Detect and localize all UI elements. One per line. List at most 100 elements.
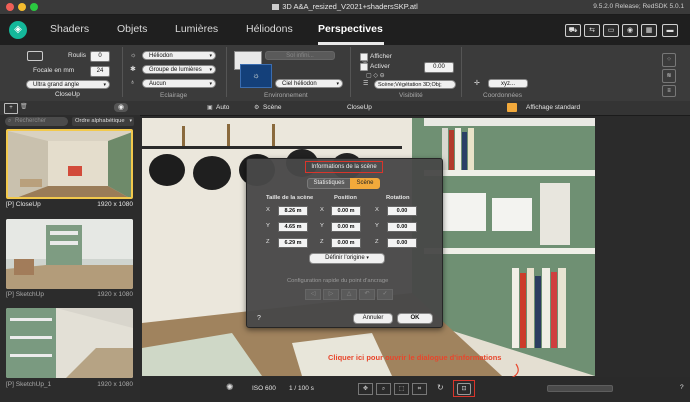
viewport-header: + 🗑 ◉ ▣ Auto ⚙ Scène CloseUp Affichage s… <box>0 101 690 116</box>
rotation-column-header: Rotation <box>386 195 410 201</box>
axes-icon: ✛ <box>474 80 480 87</box>
divider <box>461 47 462 97</box>
camera-resolution: 1920 x 1080 <box>97 381 133 388</box>
rotation-y-field[interactable]: 0.00 <box>387 222 417 232</box>
position-column-header: Position <box>334 195 357 201</box>
rotation-z-field[interactable]: 0.00 <box>387 238 417 248</box>
perspective-toolbar: Roulis 0 Focale en mm 24 Ultra grand ang… <box>0 45 690 102</box>
auto-label[interactable]: Auto <box>216 104 229 111</box>
reset-icon[interactable]: ↻ <box>437 383 444 392</box>
display-icon[interactable]: ▬ <box>662 24 678 37</box>
size-z-field[interactable]: 6.29 m <box>278 238 308 248</box>
rotation-x-field[interactable]: 0.00 <box>387 206 417 216</box>
size-x-field[interactable]: 8.26 m <box>278 206 308 216</box>
light-none-select[interactable]: Aucun ▾ <box>142 79 216 88</box>
axis-x-label: X <box>375 207 379 213</box>
xyz-button[interactable]: xyz... <box>488 79 528 88</box>
tab-scene[interactable]: Scène <box>350 178 380 189</box>
move-icon[interactable]: ✥ <box>358 383 373 395</box>
size-column-header: Taille de la scène <box>266 195 314 201</box>
sketchup-1-thumbnail <box>6 308 133 378</box>
anchor-right-icon[interactable]: ▷ <box>323 289 339 300</box>
tab-shaders[interactable]: Shaders <box>50 23 89 35</box>
search-icon: ⌕ <box>8 118 12 124</box>
position-z-field[interactable]: 0.00 m <box>331 238 361 248</box>
anchor-left-icon[interactable]: ◁ <box>305 289 321 300</box>
activer-checkbox[interactable] <box>360 63 368 71</box>
grid-icon[interactable]: ⁘ <box>662 53 676 67</box>
camera-thumb-sketchup[interactable] <box>6 219 133 289</box>
axis-z-label: Z <box>375 239 379 245</box>
define-origin-button[interactable]: Définir l'origine ▾ <box>309 253 385 264</box>
axis-z-label: Z <box>266 239 270 245</box>
iso-value[interactable]: ISO 600 <box>252 385 276 392</box>
anchor-rotate-icon[interactable]: ↶ <box>359 289 375 300</box>
anchor-check-icon[interactable]: ✓ <box>377 289 393 300</box>
sky-select[interactable]: Ciel héliodon ▾ <box>275 79 343 88</box>
shutter-value[interactable]: 1 / 100 s <box>289 385 314 392</box>
position-y-field[interactable]: 0.00 m <box>331 222 361 232</box>
camera-thumb-sketchup-1[interactable] <box>6 308 133 378</box>
progress-slider[interactable] <box>547 385 613 392</box>
focale-input[interactable]: 24 <box>90 66 110 77</box>
cart-icon[interactable]: ⛟ <box>565 24 581 37</box>
heliodon-select[interactable]: Héliodon ▾ <box>142 51 216 60</box>
sky-preview[interactable]: ☼ <box>240 64 272 88</box>
stack-icon[interactable]: ≋ <box>662 69 676 83</box>
camera-thumb-closeup[interactable] <box>6 129 133 199</box>
camera-name-label: CloseUp <box>347 104 372 111</box>
sort-select[interactable]: Ordre alphabétique ▾ <box>72 117 134 126</box>
aperture-icon[interactable]: ✺ <box>226 382 234 393</box>
tab-objets[interactable]: Objets <box>117 23 147 35</box>
visibility-select[interactable]: Scène;Végétation 3D;Obj; <box>374 80 456 89</box>
window-icon[interactable]: ▭ <box>603 24 619 37</box>
bulb-icon: ♁ <box>130 79 136 86</box>
dropdown-arrow-icon: ▾ <box>129 118 132 124</box>
tab-perspectives[interactable]: Perspectives <box>318 23 383 35</box>
scene-icon: ⚙ <box>254 105 260 111</box>
camera-roll-icon <box>27 51 43 61</box>
help-icon[interactable]: ? <box>680 384 684 391</box>
frame-icon[interactable]: ⬚ <box>394 383 409 395</box>
dropdown-arrow-icon: ▾ <box>103 82 106 88</box>
tab-lumieres[interactable]: Lumières <box>175 23 218 35</box>
tab-statistiques[interactable]: Statistiques <box>307 178 351 189</box>
search-input[interactable]: ⌕ Rechercher <box>5 117 68 126</box>
divider <box>122 47 123 97</box>
dropdown-arrow-icon: ▾ <box>366 255 369 261</box>
sketchup-thumbnail <box>6 219 133 289</box>
camera-icon[interactable]: ◉ <box>622 24 638 37</box>
crop-icon[interactable]: ⌗ <box>412 383 427 395</box>
anchor-up-icon[interactable]: △ <box>341 289 357 300</box>
divider <box>226 47 227 97</box>
film-icon[interactable]: ▦ <box>641 24 657 37</box>
light-group-select[interactable]: Groupe de lumières ▾ <box>142 65 216 74</box>
help-icon[interactable]: ? <box>257 315 261 322</box>
lamp-icon: ✱ <box>130 66 136 73</box>
swap-icon[interactable]: ⇆ <box>584 24 600 37</box>
scene-label[interactable]: Scène <box>263 104 281 111</box>
axis-y-label: Y <box>375 223 379 229</box>
ok-button[interactable]: OK <box>397 313 433 324</box>
viewport-bottom-bar: ✺ ISO 600 1 / 100 s ✥ ⌕ ⬚ ⌗ ↻ ⊡ ? <box>140 377 690 402</box>
size-y-field[interactable]: 4.65 m <box>278 222 308 232</box>
eye-toggle-icon[interactable]: ◉ <box>114 103 128 112</box>
focale-label: Focale en mm <box>33 67 75 74</box>
sliders-icon[interactable]: ≡ <box>662 85 676 97</box>
scene-info-icon[interactable]: ⊡ <box>457 383 471 395</box>
lens-select[interactable]: Ultra grand angle ▾ <box>26 80 110 89</box>
sol-infini-button[interactable]: Sol infini... <box>265 51 335 60</box>
camera-group-label: CloseUp <box>55 91 80 98</box>
display-mode-label[interactable]: Affichage standard <box>526 104 580 111</box>
position-x-field[interactable]: 0.00 m <box>331 206 361 216</box>
afficher-checkbox[interactable] <box>360 53 368 61</box>
add-camera-icon[interactable]: + <box>4 103 18 114</box>
visibilite-group-label: Visibilité <box>399 92 423 99</box>
visibility-value-input[interactable]: 0.00 <box>424 62 454 73</box>
zoom-icon[interactable]: ⌕ <box>376 383 391 395</box>
tab-heliodons[interactable]: Héliodons <box>246 23 293 35</box>
display-mode-swatch[interactable] <box>507 103 517 112</box>
roulis-input[interactable]: 0 <box>90 51 110 62</box>
trash-icon[interactable]: 🗑 <box>20 103 28 110</box>
cancel-button[interactable]: Annuler <box>353 313 393 324</box>
